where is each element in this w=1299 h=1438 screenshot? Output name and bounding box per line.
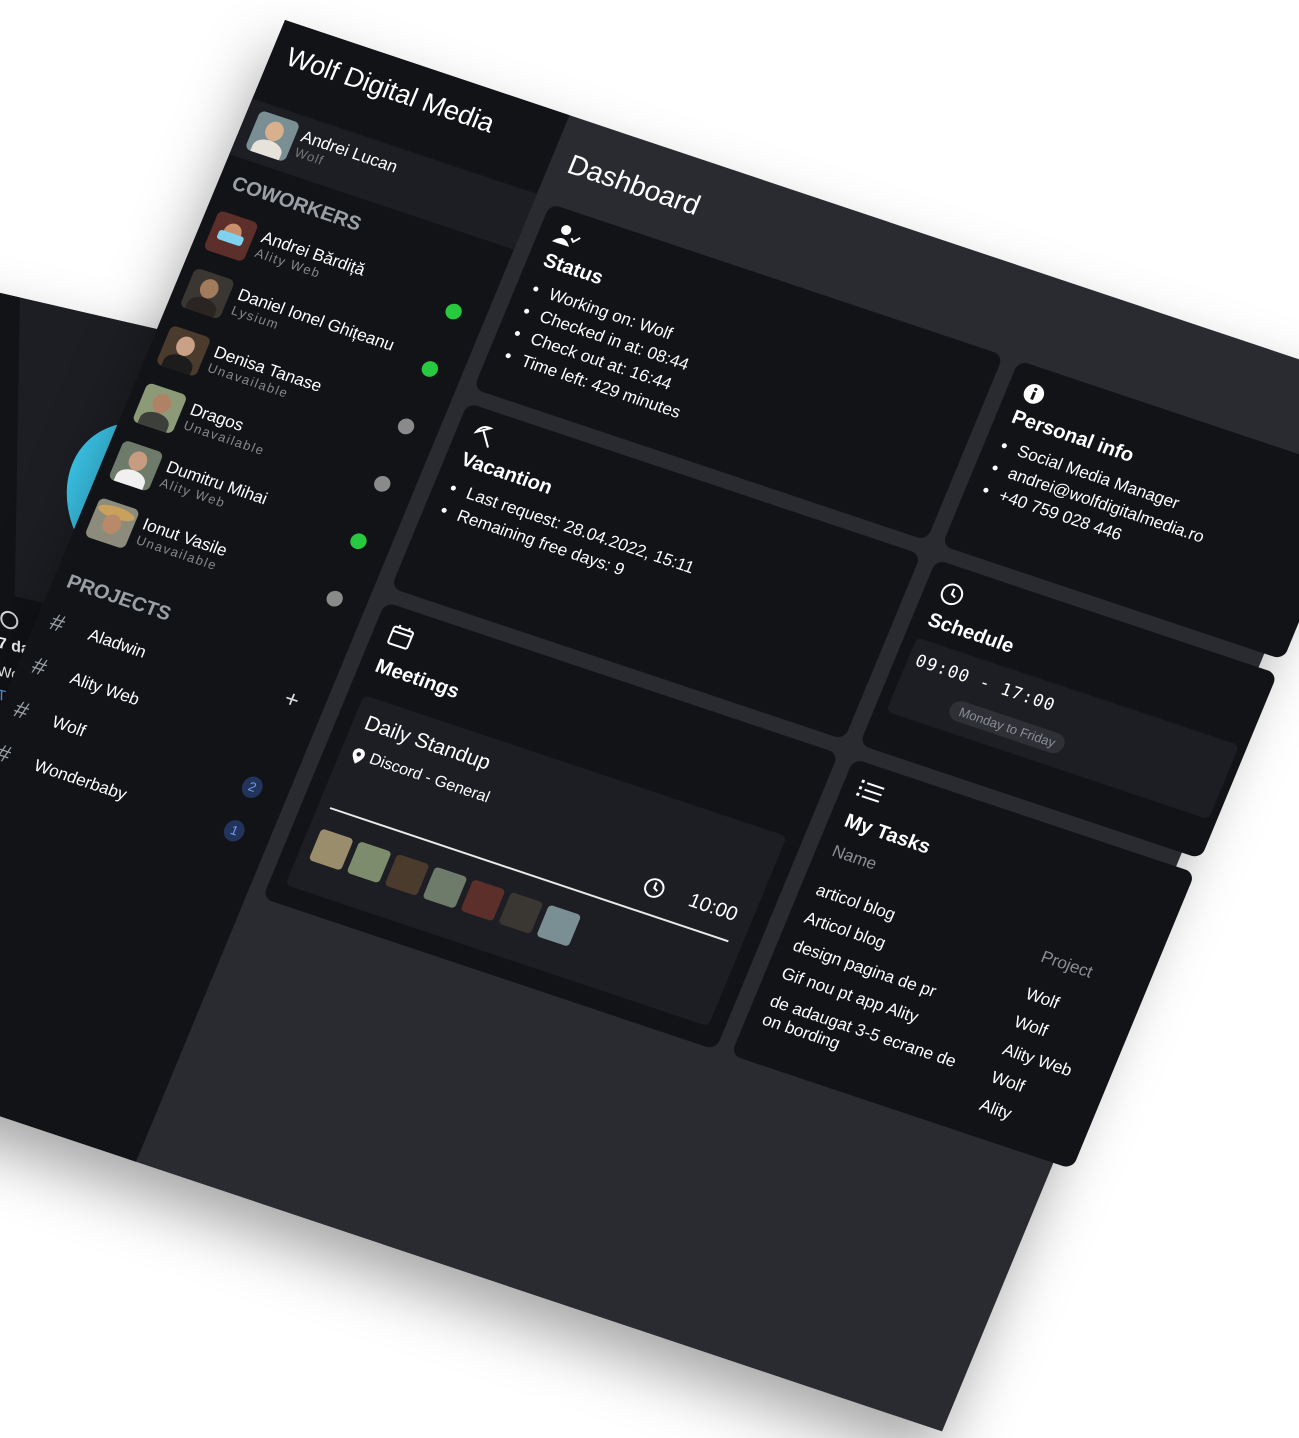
- add-project-button[interactable]: +: [280, 685, 304, 715]
- clock-icon: [0, 609, 19, 632]
- avatar: [536, 904, 582, 947]
- page-title: Dashboard: [563, 148, 705, 221]
- calendar-icon: [387, 624, 414, 650]
- clock-icon: [644, 878, 665, 898]
- status-dot: [347, 531, 370, 552]
- task-project: Wolf: [1022, 984, 1063, 1013]
- unread-badge: 1: [220, 817, 248, 845]
- clock-icon: [940, 583, 964, 606]
- user-check-icon: [551, 225, 581, 247]
- task-project: Ality: [976, 1095, 1015, 1124]
- list-icon: [855, 779, 885, 803]
- avatar: [422, 866, 468, 909]
- avatar: [203, 209, 260, 263]
- info-icon: [1023, 384, 1045, 404]
- avatar: [244, 109, 301, 163]
- avatar: [308, 828, 354, 871]
- status-dot: [395, 416, 417, 437]
- hash-icon: #: [9, 695, 33, 726]
- avatar: [346, 841, 392, 884]
- status-dot: [371, 473, 393, 494]
- project-name: Ality Web: [67, 668, 143, 710]
- unread-badge: 2: [238, 773, 266, 801]
- avatar: [155, 324, 212, 378]
- vacation-list: Last request: 28.04.2022, 15:11 Remainin…: [436, 476, 698, 602]
- hash-icon: #: [45, 608, 69, 639]
- status-list: Working on: Wolf Checked in at: 08:44 Ch…: [500, 277, 712, 424]
- task-project: Wolf: [1011, 1012, 1051, 1041]
- avatar: [384, 853, 430, 897]
- avatar: [108, 439, 164, 492]
- hash-icon: #: [27, 652, 51, 682]
- avatar: [460, 879, 506, 922]
- hash-icon: #: [0, 739, 15, 769]
- meeting-item[interactable]: Daily Standup Discord - General 10:00: [285, 694, 787, 1027]
- status-dot: [419, 359, 441, 379]
- avatar: [179, 267, 236, 320]
- project-name: Aladwin: [85, 625, 150, 662]
- schedule-hours: 09:00 - 17:00: [912, 651, 1059, 716]
- task-project: Wolf: [988, 1067, 1028, 1096]
- meeting-time: 10:00: [685, 889, 742, 926]
- avatar: [498, 891, 544, 935]
- avatar: [84, 497, 141, 550]
- column-header-project: Project: [1038, 947, 1096, 982]
- status-dot: [442, 301, 465, 322]
- avatar: [131, 382, 188, 435]
- status-dot: [324, 588, 346, 609]
- umbrella-beach-icon: [473, 426, 494, 448]
- dashboard-screenshot: Wolf Digital Media Andrei Lucan Wolf COW…: [0, 20, 1299, 1432]
- project-name: Wolf: [49, 712, 89, 741]
- meetings-title: Meetings: [371, 655, 463, 703]
- location-pin-icon: [352, 748, 365, 764]
- column-header-name: Name: [829, 841, 880, 874]
